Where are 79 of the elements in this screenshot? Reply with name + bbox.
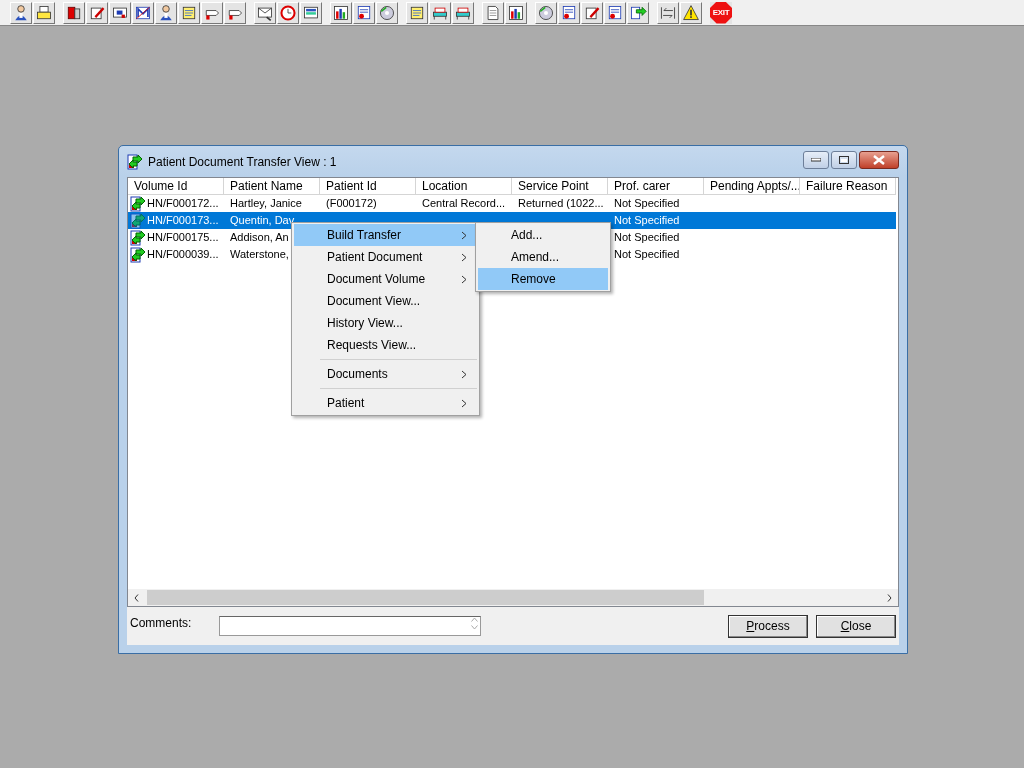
note-icon[interactable]: [406, 1, 428, 24]
form-icon[interactable]: [353, 1, 375, 24]
column-header[interactable]: Failure Reason: [800, 178, 896, 195]
column-header[interactable]: Location: [416, 178, 512, 195]
table-cell: Waterstone,: [230, 248, 289, 260]
maximize-button[interactable]: [831, 150, 857, 169]
menu-item[interactable]: Document Volume: [294, 268, 477, 290]
menu-item[interactable]: Requests View...: [294, 334, 477, 356]
table-cell: Not Specified: [614, 248, 680, 260]
minimize-icon: [811, 157, 821, 162]
transfer-icon: [127, 153, 143, 170]
exit-button[interactable]: EXIT: [710, 1, 732, 24]
book-icon[interactable]: [63, 1, 85, 24]
form-icon[interactable]: [604, 1, 626, 24]
envelope-icon[interactable]: [254, 1, 276, 24]
menu-item[interactable]: History View...: [294, 312, 477, 334]
transfer-icon: [130, 246, 146, 263]
transfer-icon: [130, 229, 146, 246]
form-icon[interactable]: [558, 1, 580, 24]
maximize-icon: [839, 155, 849, 164]
comments-label: Comments:: [130, 616, 193, 630]
column-header[interactable]: Volume Id: [128, 178, 224, 195]
close-icon: [873, 154, 885, 165]
printer-icon[interactable]: [33, 1, 55, 24]
bed-icon[interactable]: [452, 1, 474, 24]
pointing-hand-icon[interactable]: [201, 1, 223, 24]
chevron-right-icon[interactable]: [887, 593, 892, 602]
table-cell[interactable]: HN/F000172...: [147, 195, 219, 212]
table-cell: Not Specified: [614, 214, 680, 226]
chevron-icon: [461, 369, 467, 379]
table-cell: Not Specified: [614, 197, 680, 209]
table-cell: (F000172): [326, 197, 377, 209]
table-cell: Hartley, Janice: [230, 197, 302, 209]
table-cell[interactable]: HN/F000039...: [147, 246, 219, 263]
column-header[interactable]: Patient Id: [320, 178, 416, 195]
note-icon[interactable]: [178, 1, 200, 24]
horizontal-scrollbar[interactable]: [128, 589, 898, 606]
column-header[interactable]: Prof. carer: [608, 178, 704, 195]
arrows-icon[interactable]: [657, 1, 679, 24]
chevron-left-icon[interactable]: [134, 593, 139, 602]
menu-item[interactable]: Amend...: [478, 246, 608, 268]
document-pen-icon[interactable]: [581, 1, 603, 24]
table-cell: Returned (1022...: [518, 197, 604, 209]
bar-chart-icon[interactable]: [505, 1, 527, 24]
table-cell[interactable]: HN/F000175...: [147, 229, 219, 246]
card-icon[interactable]: [109, 1, 131, 24]
dialog-button[interactable]: Process: [728, 614, 808, 638]
pointing-hand-icon[interactable]: [224, 1, 246, 24]
transfer-icon: [130, 212, 146, 229]
transfer-icon[interactable]: [627, 1, 649, 24]
column-header[interactable]: Patient Name: [224, 178, 320, 195]
transfer-icon: [130, 195, 146, 212]
clock-icon[interactable]: [277, 1, 299, 24]
bar-chart-icon[interactable]: [330, 1, 352, 24]
chevron-icon: [461, 230, 467, 240]
menu-item[interactable]: Remove: [478, 268, 608, 290]
close-button[interactable]: [859, 150, 899, 169]
screen-icon[interactable]: [300, 1, 322, 24]
page-icon[interactable]: [482, 1, 504, 24]
chevron-icon: [461, 252, 467, 262]
warning-icon[interactable]: [680, 1, 702, 24]
table-cell: Central Record...: [422, 197, 506, 209]
column-header[interactable]: Service Point: [512, 178, 608, 195]
window-title: Patient Document Transfer View : 1: [148, 154, 338, 169]
person-icon[interactable]: [10, 1, 32, 24]
chevron-icon: [461, 274, 467, 284]
bed-icon[interactable]: [429, 1, 451, 24]
table-cell[interactable]: HN/F000173...: [147, 212, 219, 229]
column-header[interactable]: Pending Appts/...: [704, 178, 800, 195]
chevron-icon: [461, 398, 467, 408]
menu-item[interactable]: Document View...: [294, 290, 477, 312]
menu-item[interactable]: Patient Document: [294, 246, 477, 268]
table-cell: Addison, An: [230, 231, 289, 243]
person-icon[interactable]: [155, 1, 177, 24]
document-pen-icon[interactable]: [86, 1, 108, 24]
letter-icon[interactable]: [132, 1, 154, 24]
menu-item[interactable]: Build Transfer: [294, 224, 477, 246]
table-cell: Not Specified: [614, 231, 680, 243]
dialog-button[interactable]: Close: [816, 614, 896, 638]
